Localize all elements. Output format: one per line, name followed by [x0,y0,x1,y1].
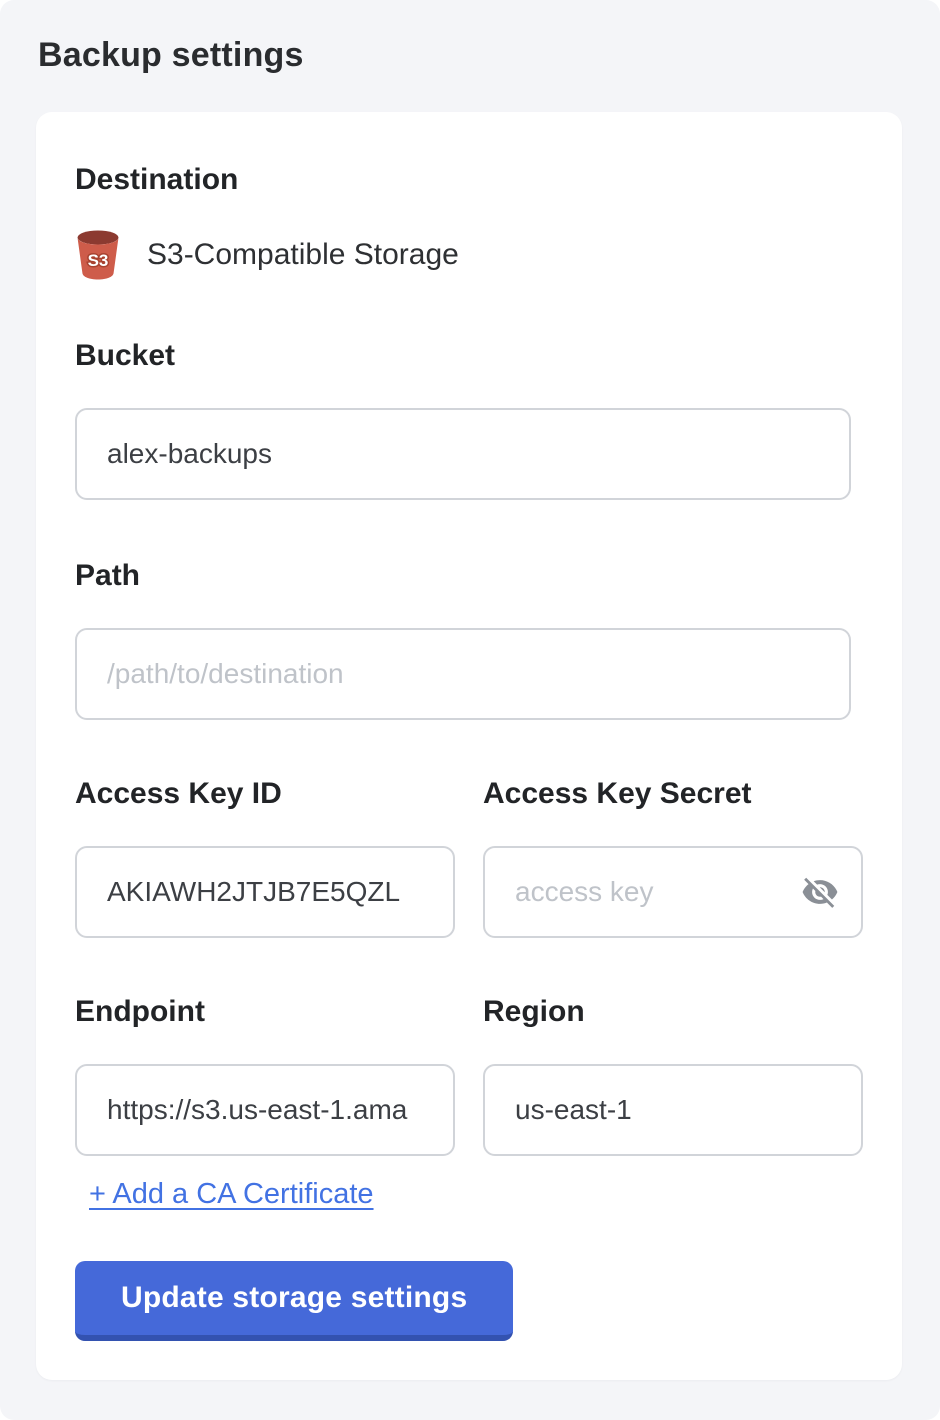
endpoint-region-inputs-row [75,1030,863,1156]
access-key-id-label: Access Key ID [75,776,455,812]
eye-off-icon[interactable] [801,872,841,912]
access-key-secret-label: Access Key Secret [483,776,863,812]
endpoint-region-labels-row: Endpoint Region [75,994,863,1030]
credentials-labels-row: Access Key ID Access Key Secret [75,776,863,812]
update-storage-settings-button[interactable]: Update storage settings [75,1261,513,1341]
bucket-input[interactable] [75,408,851,500]
path-label: Path [75,558,863,594]
bucket-label: Bucket [75,338,863,374]
add-ca-certificate-link[interactable]: + Add a CA Certificate [89,1178,374,1211]
region-label: Region [483,994,863,1030]
path-input[interactable] [75,628,851,720]
region-input[interactable] [483,1064,863,1156]
credentials-inputs-row [75,812,863,938]
destination-row: S3 S3-Compatible Storage [75,230,863,280]
access-key-id-input[interactable] [75,846,455,938]
endpoint-input[interactable] [75,1064,455,1156]
endpoint-label: Endpoint [75,994,455,1030]
s3-bucket-icon: S3 [75,230,121,280]
destination-value: S3-Compatible Storage [147,238,459,272]
backup-settings-page: Backup settings Destination S3 S3-Compat… [0,0,940,1420]
access-key-secret-wrap [483,846,863,938]
backup-settings-card: Destination S3 S3-Compatible Storage Buc… [36,112,902,1380]
svg-text:S3: S3 [88,251,109,270]
destination-label: Destination [75,162,863,198]
page-title: Backup settings [38,36,304,75]
